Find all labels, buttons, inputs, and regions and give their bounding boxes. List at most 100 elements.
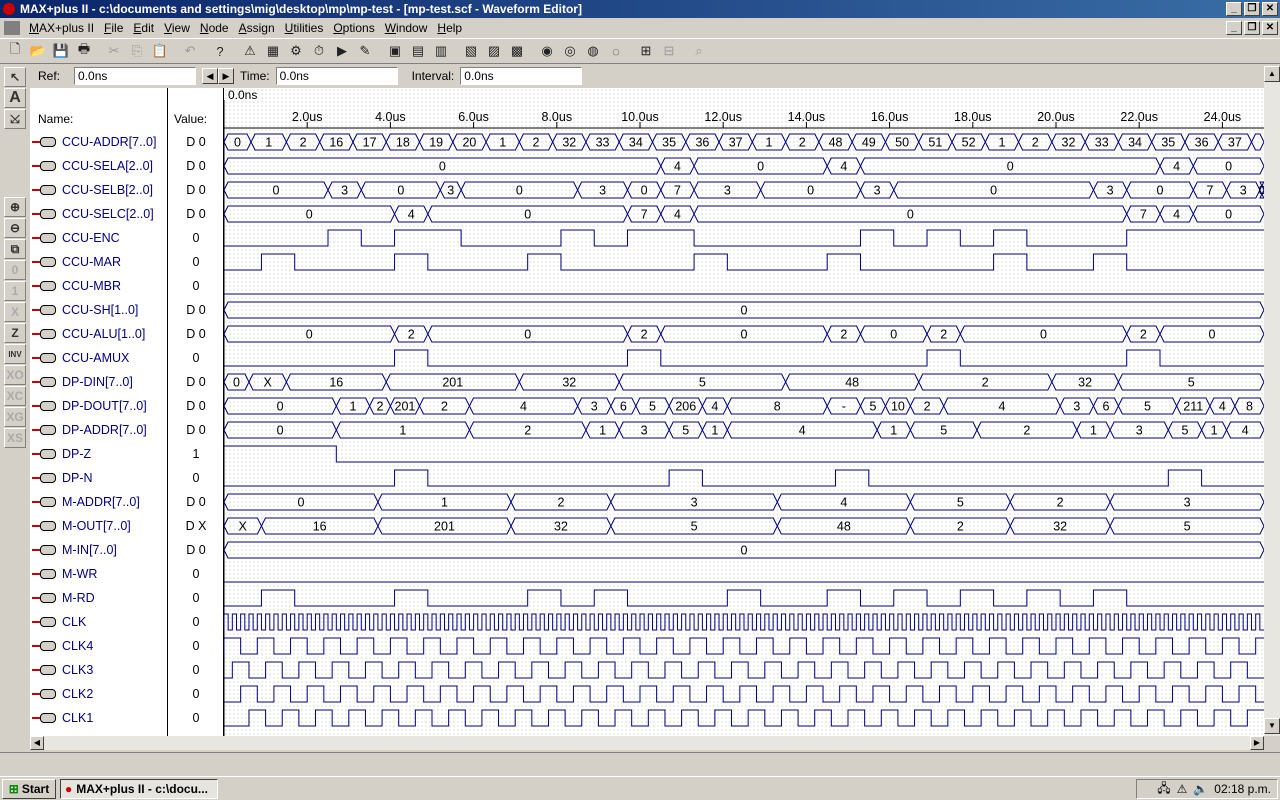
menu-help[interactable]: Help [432, 21, 467, 35]
ref-field[interactable]: 0.0ns [74, 67, 197, 85]
signal-name[interactable]: CCU-ALU[1..0] [62, 327, 145, 341]
view-eye-ba-icon[interactable]: ◎ [559, 40, 581, 62]
signal-row[interactable]: M-OUT[7..0] [30, 514, 168, 538]
context-help-icon[interactable]: ? [209, 40, 231, 62]
vertical-scrollbar[interactable]: ▲ ▼ [1264, 66, 1280, 736]
horizontal-scrollbar[interactable]: ◀ ▶ [30, 736, 1264, 750]
scroll-down-button[interactable]: ▼ [1264, 718, 1280, 734]
zoom-out-icon[interactable]: ⊖ [4, 218, 26, 238]
analyzer-icon[interactable]: ▩ [506, 40, 528, 62]
signal-name[interactable]: M-RD [62, 591, 95, 605]
program-icon[interactable]: ✎ [354, 40, 376, 62]
invert-icon[interactable]: INV [4, 344, 26, 364]
ref-prev-button[interactable]: ◀ [202, 68, 219, 84]
signal-row[interactable]: CCU-ENC [30, 226, 168, 250]
menu-utilities[interactable]: Utilities [280, 21, 329, 35]
project-set-icon[interactable]: ▣ [384, 40, 406, 62]
signal-name[interactable]: M-OUT[7..0] [62, 519, 131, 533]
signal-name[interactable]: CLK4 [62, 639, 93, 653]
signal-row[interactable]: CLK [30, 610, 168, 634]
compile-icon[interactable]: ⚙ [285, 40, 307, 62]
signal-row[interactable]: CCU-AMUX [30, 346, 168, 370]
project-save-icon[interactable]: ▤ [407, 40, 429, 62]
overwrite-state-icon[interactable]: XS [4, 428, 26, 448]
cut-icon[interactable]: ✂ [103, 40, 125, 62]
text-tool-icon[interactable]: A [4, 88, 26, 108]
signal-name[interactable]: DP-DIN[7..0] [62, 375, 133, 389]
signal-row[interactable]: CLK3 [30, 658, 168, 682]
signal-row[interactable]: DP-Z [30, 442, 168, 466]
signal-name[interactable]: CCU-SELB[2..0] [62, 183, 153, 197]
search-icon[interactable]: ⌕ [688, 40, 710, 62]
menu-file[interactable]: File [99, 21, 128, 35]
simulator-icon[interactable]: ▨ [483, 40, 505, 62]
signal-row[interactable]: M-RD [30, 586, 168, 610]
signal-row[interactable]: CLK4 [30, 634, 168, 658]
signal-row[interactable]: M-IN[7..0] [30, 538, 168, 562]
signal-name[interactable]: DP-DOUT[7..0] [62, 399, 147, 413]
menu-window[interactable]: Window [380, 21, 433, 35]
signal-row[interactable]: M-ADDR[7..0] [30, 490, 168, 514]
signal-name[interactable]: CLK3 [62, 663, 93, 677]
time-field[interactable]: 0.0ns [275, 67, 398, 85]
compiler-icon[interactable]: ▧ [460, 40, 482, 62]
signal-row[interactable]: CCU-SELB[2..0] [30, 178, 168, 202]
menu-maxplus[interactable]: MAX+plus II [24, 21, 99, 35]
high-1-icon[interactable]: 1 [4, 281, 26, 301]
restore-button[interactable]: ❐ [1244, 2, 1260, 16]
signal-row[interactable]: CCU-SH[1..0] [30, 298, 168, 322]
overwrite-group-icon[interactable]: XG [4, 407, 26, 427]
signal-name[interactable]: CCU-SELA[2..0] [62, 159, 153, 173]
signal-row[interactable]: CLK2 [30, 682, 168, 706]
overwrite-tool-icon[interactable]: ⤩ [4, 109, 26, 129]
signal-row[interactable]: CCU-MAR [30, 250, 168, 274]
timing-icon[interactable]: ⏱ [308, 40, 330, 62]
signal-name[interactable]: M-ADDR[7..0] [62, 495, 140, 509]
overwrite-clock-icon[interactable]: XO [4, 365, 26, 385]
save-icon[interactable]: 💾 [50, 40, 72, 62]
view-eye-grid-icon[interactable]: ◌ [605, 40, 627, 62]
scroll-up-button[interactable]: ▲ [1264, 66, 1280, 82]
paste-icon[interactable]: 📋 [149, 40, 171, 62]
signal-name[interactable]: DP-ADDR[7..0] [62, 423, 147, 437]
signal-row[interactable]: M-WR [30, 562, 168, 586]
waveform-editor[interactable]: Name: Value: 0.0ns 2.0us 4.0us 6.0us 8.0us 1… [30, 88, 1264, 736]
open-folder-icon[interactable]: 📂 [27, 40, 49, 62]
high-z-icon[interactable]: Z [4, 323, 26, 343]
network-icon[interactable]: 🖧 [1157, 779, 1170, 800]
signal-name[interactable]: CCU-ENC [62, 231, 120, 245]
close-button[interactable]: ✕ [1262, 2, 1278, 16]
signal-name[interactable]: CCU-SELC[2..0] [62, 207, 154, 221]
signal-name[interactable]: CLK1 [62, 711, 93, 725]
menu-view[interactable]: View [159, 21, 195, 35]
security-warning-icon[interactable]: ⚠ [1177, 782, 1188, 796]
new-file-icon[interactable]: 🗋 [4, 40, 26, 62]
signal-row[interactable]: CLK1 [30, 706, 168, 730]
signal-row[interactable]: CCU-MBR [30, 274, 168, 298]
menu-node[interactable]: Node [195, 21, 234, 35]
taskbar-maxplus-button[interactable]: ● MAX+plus II - c:\docu... [60, 778, 218, 799]
signal-row[interactable]: CCU-ADDR[7..0] [30, 130, 168, 154]
volume-icon[interactable]: 🔈 [1193, 782, 1208, 796]
signal-name[interactable]: CCU-ADDR[7..0] [62, 135, 156, 149]
signal-name[interactable]: CLK [62, 615, 86, 629]
undo-icon[interactable]: ↶ [179, 40, 201, 62]
project-check-icon[interactable]: ▥ [430, 40, 452, 62]
signal-name[interactable]: DP-Z [62, 447, 91, 461]
doc-restore-button[interactable]: ❐ [1244, 21, 1260, 35]
view-eye-link-icon[interactable]: ◍ [582, 40, 604, 62]
signal-name[interactable]: CCU-SH[1..0] [62, 303, 138, 317]
doc-close-button[interactable]: ✕ [1262, 21, 1278, 35]
signal-name[interactable]: CCU-MBR [62, 279, 121, 293]
floorplan-icon[interactable]: ▦ [262, 40, 284, 62]
overwrite-count-icon[interactable]: XC [4, 386, 26, 406]
signal-name[interactable]: CCU-MAR [62, 255, 121, 269]
minimize-button[interactable]: _ [1226, 2, 1242, 16]
signal-row[interactable]: DP-DIN[7..0] [30, 370, 168, 394]
scroll-right-button[interactable]: ▶ [1250, 736, 1264, 750]
signal-name[interactable]: M-WR [62, 567, 97, 581]
signal-row[interactable]: CCU-ALU[1..0] [30, 322, 168, 346]
signal-name[interactable]: CLK2 [62, 687, 93, 701]
start-button[interactable]: ⊞ Start [2, 778, 56, 799]
low-0-icon[interactable]: 0 [4, 260, 26, 280]
